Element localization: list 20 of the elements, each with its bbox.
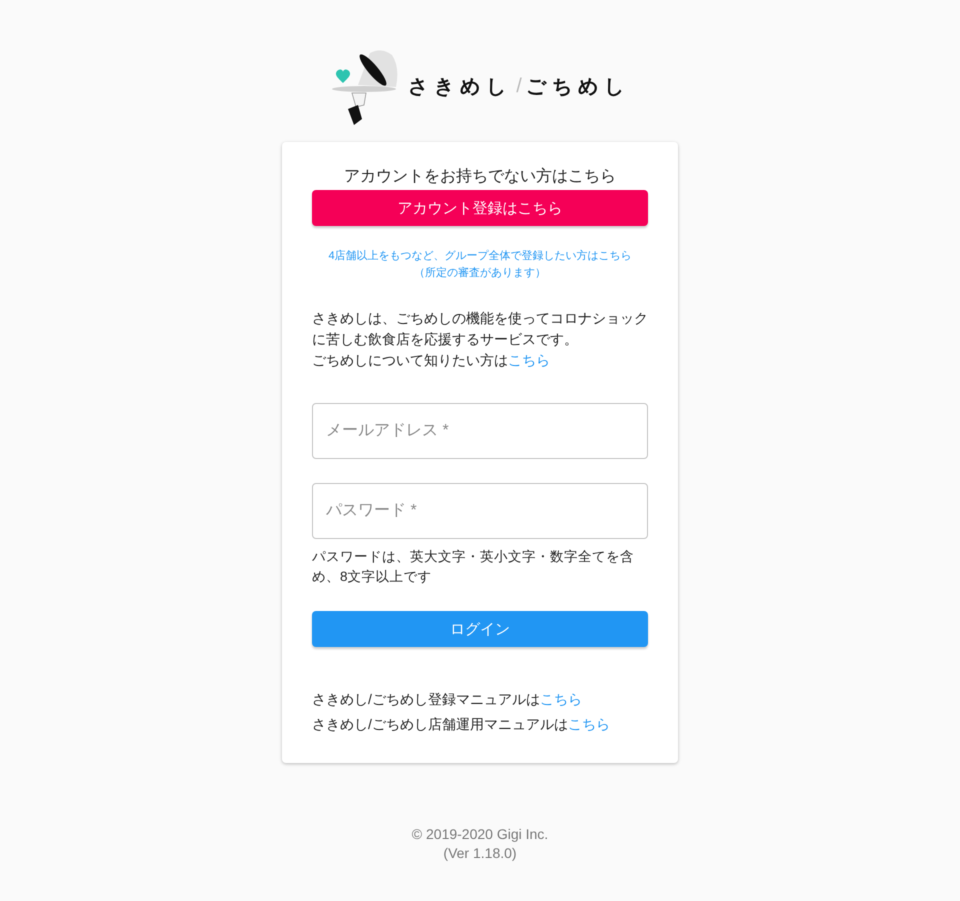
manual-text: さきめし/ごちめし店舗運用マニュアルはこちら	[312, 715, 611, 734]
manual-link[interactable]: こちら	[568, 716, 610, 732]
signup-prompt: アカウントをお持ちでない方はこちら	[343, 166, 617, 187]
group-signup-link[interactable]: （所定の審査があります）	[414, 265, 546, 282]
password-hint: パスワードは、英大文字・英小文字・数字全てを含め、8文字以上です	[312, 548, 635, 586]
intro-text: さきめしは、ごちめしの機能を使ってコロナショックに苦しむ飲食店を応援するサービスです。	[312, 309, 648, 349]
intro-link-text: ごちめしについて知りたい方はこちら	[312, 351, 551, 370]
signup-button[interactable]: アカウント登録はこちら	[312, 190, 648, 226]
login-button[interactable]: ログイン	[312, 611, 648, 647]
footer-text: © 2019-2020 Gigi Inc.	[412, 825, 548, 844]
manual-link[interactable]: こちら	[540, 691, 582, 707]
footer-text: (Ver 1.18.0)	[443, 844, 517, 863]
manual-text: さきめし/ごちめし登録マニュアルはこちら	[312, 690, 583, 709]
about-link[interactable]: こちら	[508, 352, 550, 368]
input-field[interactable]: メールアドレス *	[312, 403, 648, 459]
group-signup-link[interactable]: 4店舗以上をもつなど、グループ全体で登録したい方はこちら	[328, 248, 632, 265]
logo-text: さきめし	[408, 74, 512, 100]
input-field[interactable]: パスワード *	[312, 483, 648, 539]
logo-text: ごちめし	[526, 74, 630, 100]
logo-separator: /	[516, 74, 522, 98]
